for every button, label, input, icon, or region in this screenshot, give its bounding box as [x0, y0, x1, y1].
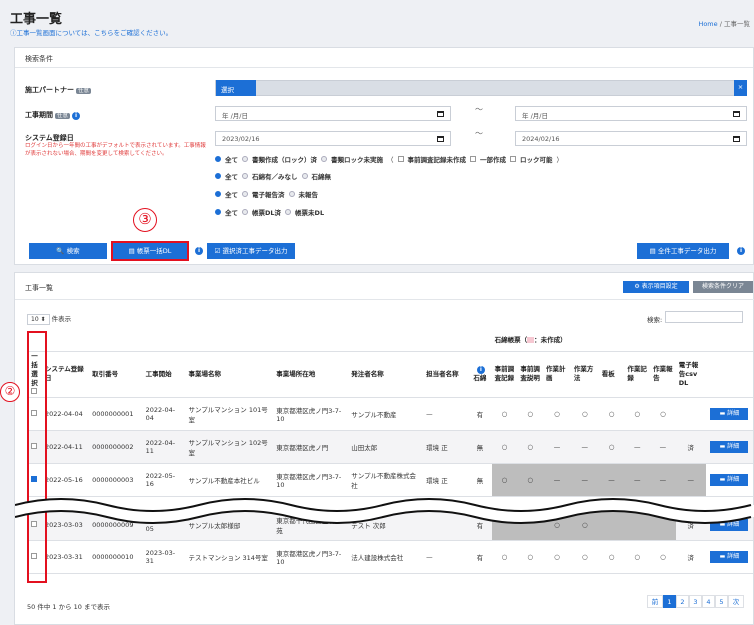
divider [15, 299, 754, 300]
radio[interactable] [285, 209, 292, 215]
page-button[interactable]: 1 [663, 595, 676, 608]
page-button[interactable]: 5 [715, 595, 728, 608]
calendar-icon [733, 111, 740, 117]
period-to-input[interactable]: 年 /月/日 [515, 106, 747, 121]
checkbox[interactable] [397, 156, 404, 162]
column-settings-button[interactable]: ⚙ 表示項目設定 [623, 281, 689, 293]
page-button[interactable]: 2 [676, 595, 689, 608]
optional-badge: 任意 [76, 88, 92, 94]
page-size-control: 10 ⬍ 件表示 [27, 313, 71, 325]
page-button[interactable]: 4 [702, 595, 715, 608]
radio[interactable] [288, 191, 295, 197]
period-label: 工事期間 任意 i [25, 110, 81, 120]
col-method[interactable]: 作業方法 [570, 351, 599, 398]
col-start[interactable]: 工事開始 [142, 351, 186, 398]
report-filter-row: 全て 電子報告済 未報告 [215, 189, 318, 199]
col-addr[interactable]: 事業場所在地 [273, 351, 349, 398]
radio[interactable] [242, 209, 248, 215]
list-heading: 工事一覧 [25, 284, 53, 292]
radio[interactable] [215, 156, 221, 162]
prev-page-button[interactable]: 前 [647, 595, 663, 608]
works-table: 石綿帳票（ ：未作成） 一括選択 システム登録日 取引番号 工事開始 事業場名称 … [27, 331, 753, 574]
radio[interactable] [215, 209, 221, 215]
info-icon[interactable]: i [195, 247, 203, 255]
period-tilde: 〜 [475, 105, 483, 114]
partner-clear-button[interactable]: × [734, 80, 747, 96]
step-marker-2: ② [0, 382, 20, 402]
radio[interactable] [242, 173, 248, 179]
download-filter-row: 全て 帳票DL済 帳票未DL [215, 207, 324, 217]
col-reg[interactable]: システム登録日 [41, 351, 90, 398]
col-staff[interactable]: 担当者名称 [423, 351, 469, 398]
detail-button[interactable]: ▬ 詳細 [710, 473, 749, 486]
col-pre-exp[interactable]: 事前調査説明 [517, 351, 544, 398]
search-button[interactable]: 🔍 検索 [29, 243, 107, 259]
pagination: 前 1 2 3 4 5 次 [647, 595, 744, 608]
info-icon: i [476, 366, 485, 374]
next-page-button[interactable]: 次 [728, 595, 744, 608]
info-icon: i [72, 112, 81, 120]
col-no[interactable]: 取引番号 [89, 351, 143, 398]
export-all-button[interactable]: ▤ 全件工事データ出力 [637, 243, 729, 259]
export-selected-button[interactable]: ☑ 選択済工事データ出力 [207, 243, 295, 259]
reg-to-input[interactable]: 2024/02/16 [515, 131, 747, 146]
table-search-input[interactable] [665, 311, 743, 323]
table-summary: 50 件中 1 から 10 まで表示 [27, 603, 111, 611]
partner-select-value[interactable]: 選択 [216, 80, 256, 96]
reg-from-input[interactable]: 2023/02/16 [215, 131, 451, 146]
table-row[interactable]: 2023-03-31 0000000010 2023-03-31 テストマンション … [27, 540, 753, 574]
radio[interactable] [242, 191, 248, 197]
step-marker-3: ③ [133, 208, 157, 232]
calendar-icon [733, 136, 740, 142]
period-from-input[interactable]: 年 /月/日 [215, 106, 451, 121]
radio[interactable] [215, 173, 221, 179]
bulk-download-button[interactable]: ▤ 帳票一括DL [111, 241, 189, 261]
asbestos-docs-header: 石綿帳票（ ：未作成） [494, 336, 567, 345]
list-card: 工事一覧 ⚙ 表示項目設定 検索条件クリア 10 ⬍ 件表示 検索: 石綿帳票（… [14, 272, 754, 625]
col-pre-rec[interactable]: 事前調査記録 [491, 351, 518, 398]
table-row[interactable]: 2022-04-11 0000000002 2022-04-11 サンプルマンション… [27, 430, 753, 464]
checkbox[interactable] [470, 156, 476, 162]
page-button[interactable]: 3 [689, 595, 702, 608]
status-filter-row: 全て 書類作成（ロック）済 書類ロック未実施 （ 事前調査記録未作成 一部作成 … [215, 154, 563, 164]
table-row[interactable]: 2022-04-04 0000000001 2022-04-04 サンプルマンション… [27, 397, 753, 431]
clear-search-button[interactable]: 検索条件クリア [693, 281, 753, 293]
detail-button[interactable]: ▬ 詳細 [710, 407, 749, 420]
radio[interactable] [215, 191, 221, 197]
page-title: 工事一覧 [10, 12, 63, 27]
col-e-report[interactable]: 電子報告csv DL [675, 351, 706, 398]
col-plan[interactable]: 作業計画 [543, 351, 571, 398]
col-rec[interactable]: 作業記録 [624, 351, 651, 398]
partner-label: 施工パートナー 任意 [25, 86, 92, 94]
search-heading: 検索条件 [15, 48, 753, 68]
breadcrumb-sep: / [719, 20, 722, 28]
radio[interactable] [242, 156, 248, 162]
col-asbestos[interactable]: i 石綿 [468, 351, 492, 398]
checkbox[interactable] [510, 156, 516, 162]
col-client[interactable]: 発注者名称 [348, 351, 424, 398]
asbestos-filter-row: 全て 石綿有／みなし 石綿無 [215, 171, 331, 181]
reg-note: ログイン日から一年間の工事がデフォルトで表示されています。工事情報が表示されない… [25, 143, 206, 157]
search-card: 検索条件 施工パートナー 任意 選択 × 工事期間 任意 i 年 /月/日 〜 年 /… [14, 47, 754, 265]
help-link[interactable]: ⓘ工事一覧画面については、こちらをご確認ください。 [10, 27, 172, 37]
breadcrumb-home[interactable]: Home [698, 20, 717, 28]
info-icon[interactable]: i [737, 247, 745, 255]
break-wave [15, 498, 754, 524]
detail-button[interactable]: ▬ 詳細 [710, 550, 749, 563]
breadcrumb-current: 工事一覧 [724, 20, 750, 28]
col-board[interactable]: 看板 [598, 351, 625, 398]
table-row[interactable]: 2022-05-16 0000000003 2022-05-16 サンプル不動産本社… [27, 463, 753, 497]
col-report[interactable]: 作業報告 [650, 351, 676, 398]
breadcrumb: Home / 工事一覧 [698, 18, 750, 28]
checkbox-column-highlight [27, 331, 47, 583]
calendar-icon [437, 111, 444, 117]
col-site[interactable]: 事業場名称 [185, 351, 274, 398]
partner-select[interactable]: 選択 × [215, 80, 747, 96]
detail-button[interactable]: ▬ 詳細 [710, 440, 749, 453]
table-search-label: 検索: [647, 316, 663, 324]
radio[interactable] [321, 156, 327, 162]
radio[interactable] [301, 173, 308, 179]
page-size-select[interactable]: 10 ⬍ [27, 314, 50, 325]
calendar-icon [437, 136, 444, 142]
